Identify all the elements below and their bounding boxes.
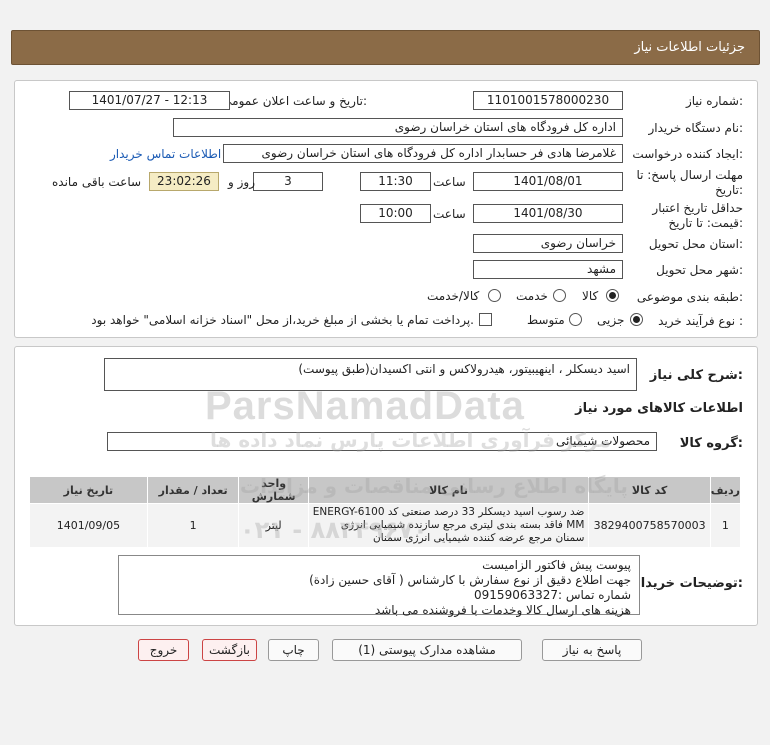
- process-option-medium: متوسط: [527, 313, 565, 327]
- city-field: مشهد: [473, 260, 623, 279]
- category-radio-goods-service[interactable]: [488, 289, 501, 302]
- back-button[interactable]: بازگشت: [202, 639, 257, 661]
- validity-date-field: 1401/08/30: [473, 204, 623, 223]
- buyer-org-label: نام دستگاه خریدار:: [648, 121, 744, 135]
- goods-table-header: ردیف کد کالا نام کالا واحد شمارش تعداد /…: [29, 476, 742, 504]
- buyer-contact-link[interactable]: اطلاعات تماس خریدار: [110, 147, 221, 161]
- page-title: جزئیات اطلاعات نیاز: [634, 40, 745, 55]
- deadline-label: مهلت ارسال پاسخ: تا: [636, 168, 743, 182]
- validity-label-date: قیمت: تا تاریخ:: [668, 216, 743, 230]
- reply-button[interactable]: پاسخ به نیاز: [542, 639, 642, 661]
- category-option-goods: کالا: [582, 289, 599, 303]
- col-code: کد کالا: [588, 476, 711, 504]
- row-name-line: ضد رسوب اسید دیسکلر 33 درصد صنعتی کد ENE…: [312, 506, 585, 518]
- print-button[interactable]: چاپ: [268, 639, 319, 661]
- validity-time-field: 10:00: [360, 204, 431, 223]
- note-line: جهت اطلاع دقیق از نوع سفارش با کارشناس (…: [309, 573, 631, 587]
- col-date: تاریخ نیاز: [29, 476, 148, 504]
- remaining-time-field: 23:02:26: [149, 172, 219, 191]
- validity-label: حداقل تاریخ اعتبار: [652, 201, 743, 215]
- table-row: 1 3829400758570003 ضد رسوب اسید دیسکلر 3…: [29, 503, 742, 548]
- buyer-notes-box: پیوست پیش فاکتور الزامیست جهت اطلاع دقیق…: [118, 555, 640, 617]
- buyer-org-field: اداره کل فرودگاه های استان خراسان رضوی: [173, 118, 623, 137]
- exit-button[interactable]: خروج: [138, 639, 189, 661]
- treasury-payment-checkbox[interactable]: [479, 313, 492, 326]
- note-line: شماره تماس :09159063327: [474, 588, 631, 602]
- summary-label: شرح کلی نیاز:: [649, 368, 743, 383]
- announce-datetime-label: تاریخ و ساعت اعلان عمومی:: [222, 94, 367, 108]
- city-label: شهر محل تحویل:: [656, 263, 743, 277]
- page-header: جزئیات اطلاعات نیاز: [11, 30, 760, 65]
- need-number-field: 1101001578000230: [473, 91, 623, 110]
- need-number-label: شماره نیاز:: [685, 94, 743, 108]
- creator-field: غلامرضا هادی فر حسابدار اداره کل فرودگاه…: [223, 144, 623, 163]
- category-option-goods-service: کالا/خدمت: [427, 289, 480, 303]
- treasury-payment-note: پرداخت تمام یا بخشی از مبلغ خرید،از محل …: [91, 313, 474, 327]
- remaining-label: ساعت باقی مانده: [52, 175, 142, 189]
- category-label: طبقه بندی موضوعی:: [636, 290, 743, 304]
- col-unit: واحد شمارش: [238, 476, 309, 504]
- note-line: هزینه های ارسال کالا وخدمات با فروشنده م…: [374, 603, 631, 617]
- row-name-line: سمنان مرجع عرضه کننده شیمیایی انرژی سمنا…: [373, 532, 585, 544]
- process-option-minor: جزیی: [597, 313, 625, 327]
- deadline-time-field: 11:30: [360, 172, 431, 191]
- row-qty: 1: [146, 503, 240, 548]
- col-name: نام کالا: [307, 476, 590, 504]
- validity-time-label: ساعت: [433, 207, 466, 221]
- deadline-label-date: تاریخ:: [715, 183, 743, 197]
- announce-datetime-field: 1401/07/27 - 12:13: [69, 91, 230, 110]
- category-option-service: خدمت: [516, 289, 548, 303]
- row-code: 3829400758570003: [588, 503, 711, 548]
- goods-section-title: اطلاعات کالاهای مورد نیاز: [575, 401, 743, 416]
- row-index: 1: [709, 503, 742, 548]
- remaining-days-field: 3: [253, 172, 323, 191]
- process-radio-minor[interactable]: [630, 313, 643, 326]
- note-line: پیوست پیش فاکتور الزامیست: [482, 558, 631, 572]
- days-label: روز و: [228, 175, 255, 189]
- category-radio-service[interactable]: [553, 289, 566, 302]
- province-field: خراسان رضوی: [473, 234, 623, 253]
- process-label: نوع فرآیند خرید :: [658, 314, 743, 328]
- deadline-date-field: 1401/08/01: [473, 172, 623, 191]
- col-index: ردیف: [709, 476, 742, 504]
- goods-group-field: محصولات شیمیائی: [107, 432, 657, 451]
- row-name: ضد رسوب اسید دیسکلر 33 درصد صنعتی کد ENE…: [307, 503, 590, 548]
- summary-field: اسید دیسکلر ، اینهیبیتور، هیدرولاکس و ان…: [104, 358, 637, 391]
- creator-label: ایجاد کننده درخواست:: [632, 147, 743, 161]
- province-label: استان محل تحویل:: [648, 237, 743, 251]
- goods-table: ردیف کد کالا نام کالا واحد شمارش تعداد /…: [29, 476, 742, 548]
- attachments-button[interactable]: مشاهده مدارک پیوستی (1): [332, 639, 522, 661]
- deadline-time-label: ساعت: [433, 175, 466, 189]
- col-qty: تعداد / مقدار: [146, 476, 240, 504]
- process-radio-medium[interactable]: [569, 313, 582, 326]
- row-unit: لیتر: [238, 503, 309, 548]
- row-name-line: MM فاقد بسته بندی لیتری مرجع سازنده شیمی…: [340, 519, 585, 531]
- goods-group-label: گروه کالا:: [679, 436, 743, 451]
- category-radio-goods[interactable]: [606, 289, 619, 302]
- row-date: 1401/09/05: [29, 503, 148, 548]
- buyer-notes-label: توضیحات خریدار:: [633, 576, 743, 591]
